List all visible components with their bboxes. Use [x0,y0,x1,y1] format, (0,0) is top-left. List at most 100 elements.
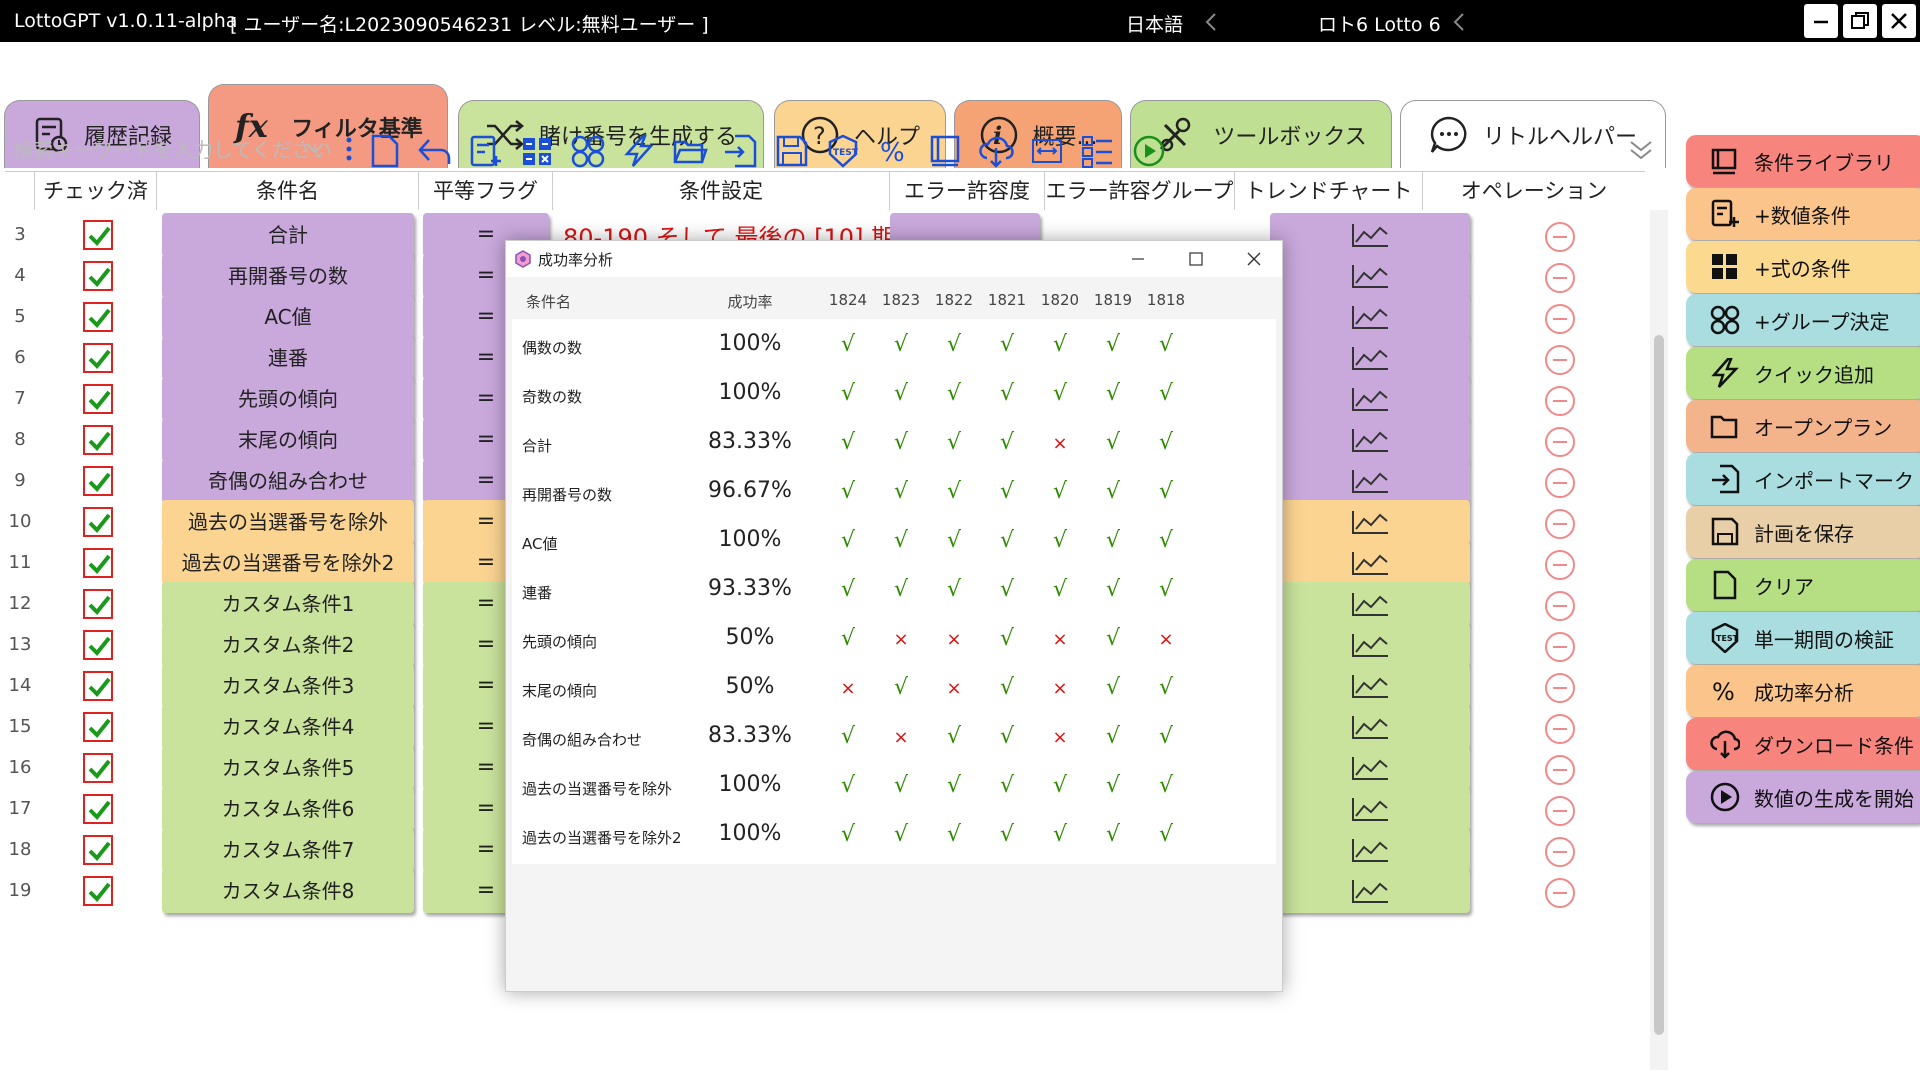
download-conditions-button[interactable]: ダウンロード条件 [1686,718,1920,770]
chevron-left-icon[interactable] [1204,12,1218,32]
remove-row-button[interactable] [1545,632,1575,662]
column-header[interactable]: エラー許容グループ [1045,172,1235,210]
collapse-chevrons-icon[interactable] [1629,140,1653,160]
clear-button[interactable]: クリア [1686,559,1920,611]
row-checkbox[interactable] [83,835,113,865]
checklist-icon[interactable] [1080,134,1116,168]
import-mark-button[interactable]: インポートマーク [1686,453,1920,505]
formula-grid-icon[interactable] [519,134,555,168]
chevron-left-icon[interactable] [1452,12,1466,32]
row-checkbox[interactable] [83,671,113,701]
import-icon[interactable] [723,134,759,168]
maximize-button[interactable] [1843,4,1877,38]
remove-row-button[interactable] [1545,304,1575,334]
period-header: 1823 [881,291,921,309]
test-badge-icon[interactable]: TEST [825,134,861,168]
row-checkbox[interactable] [83,548,113,578]
minimize-button[interactable] [1804,4,1838,38]
search-input[interactable]: 検索キーワードを入力してください [13,134,333,164]
vertical-scrollbar[interactable] [1650,210,1668,1070]
row-checkbox[interactable] [83,712,113,742]
new-file-icon[interactable] [367,134,403,168]
percent-icon[interactable]: % [876,134,912,168]
remove-row-button[interactable] [1545,345,1575,375]
row-checkbox[interactable] [83,466,113,496]
remove-row-button[interactable] [1545,427,1575,457]
pass-mark: √ [1105,626,1121,651]
remove-row-button[interactable] [1545,878,1575,908]
row-checkbox[interactable] [83,876,113,906]
checkmark-icon [88,554,111,574]
add-condition-icon[interactable] [468,134,504,168]
add-numeric-condition-button[interactable]: +数値条件 [1686,188,1920,240]
start-generation-button[interactable]: 数値の生成を開始 [1686,771,1920,823]
chevron-down-icon[interactable] [305,142,325,156]
remove-row-button[interactable] [1545,386,1575,416]
remove-row-button[interactable] [1545,673,1575,703]
open-plan-button[interactable]: オープンプラン [1686,400,1920,452]
quick-add-button[interactable]: クイック追加 [1686,347,1920,399]
library-book-icon[interactable] [927,134,963,168]
row-checkbox[interactable] [83,794,113,824]
column-header[interactable]: オペレーション [1423,172,1645,210]
row-checkbox[interactable] [83,384,113,414]
add-formula-condition-button[interactable]: +式の条件 [1686,241,1920,293]
row-checkbox[interactable] [83,753,113,783]
dialog-minimize-icon[interactable] [1118,246,1158,272]
cloud-download-icon[interactable] [978,134,1014,168]
column-header[interactable]: チェック済 [35,172,157,210]
remove-row-button[interactable] [1545,837,1575,867]
column-header[interactable]: 条件名 [157,172,419,210]
condition-name-button[interactable]: カスタム条件8 [162,869,414,913]
remove-row-button[interactable] [1545,550,1575,580]
column-header[interactable]: エラー許容度 [890,172,1045,210]
quick-add-lightning-icon[interactable] [621,134,657,168]
save-plan-button[interactable]: 計画を保存 [1686,506,1920,558]
remove-row-button[interactable] [1545,509,1575,539]
condition-library-button[interactable]: 条件ライブラリ [1686,135,1920,187]
checkmark-icon [88,226,111,246]
dialog-close-icon[interactable] [1234,246,1274,272]
remove-row-button[interactable] [1545,755,1575,785]
remove-row-button[interactable] [1545,591,1575,621]
open-folder-icon[interactable] [672,134,708,168]
column-header[interactable]: 平等フラグ [419,172,553,210]
column-header[interactable]: トレンドチャート [1235,172,1423,210]
success-rate-analysis-button[interactable]: % 成功率分析 [1686,665,1920,717]
period-header: 1822 [934,291,974,309]
play-start-icon[interactable] [1131,134,1167,168]
row-checkbox[interactable] [83,630,113,660]
lottery-selector[interactable]: ロト6 Lotto 6 [1318,10,1441,37]
fit-width-icon[interactable] [1029,134,1065,168]
row-checkbox[interactable] [83,425,113,455]
undo-icon[interactable] [417,134,453,168]
pass-mark: √ [946,773,962,798]
row-checkbox[interactable] [83,302,113,332]
column-header[interactable]: 条件設定 [553,172,890,210]
condition-name: 偶数の数 [522,339,583,357]
remove-row-button[interactable] [1545,222,1575,252]
trend-chart-icon [1352,593,1388,616]
remove-row-button[interactable] [1545,714,1575,744]
add-group-decision-button[interactable]: +グループ決定 [1686,294,1920,346]
scrollbar-thumb[interactable] [1654,335,1664,1035]
period-header: 1821 [987,291,1027,309]
single-period-verify-button[interactable]: TEST 単一期間の検証 [1686,612,1920,664]
close-button[interactable] [1882,4,1916,38]
group-circles-icon[interactable] [570,134,606,168]
row-checkbox[interactable] [83,589,113,619]
language-selector[interactable]: 日本語 [1126,10,1183,37]
row-number: 17 [8,798,32,819]
row-checkbox[interactable] [83,343,113,373]
remove-row-button[interactable] [1545,263,1575,293]
row-number: 7 [14,388,26,409]
row-checkbox[interactable] [83,507,113,537]
dialog-maximize-icon[interactable] [1176,246,1216,272]
save-icon[interactable] [774,134,810,168]
trend-chart-button[interactable] [1270,869,1470,913]
row-checkbox[interactable] [83,220,113,250]
row-checkbox[interactable] [83,261,113,291]
more-vertical-icon[interactable] [345,136,353,162]
remove-row-button[interactable] [1545,468,1575,498]
remove-row-button[interactable] [1545,796,1575,826]
